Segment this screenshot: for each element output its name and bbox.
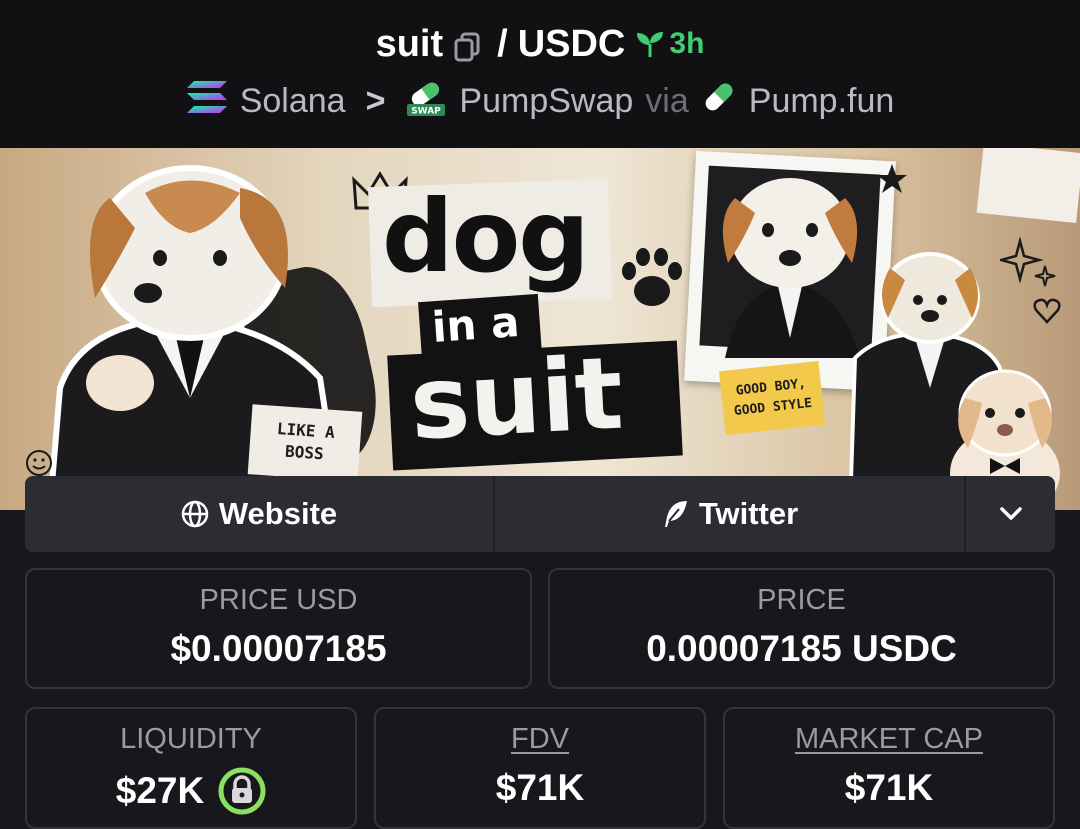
banner-word-suit: suit xyxy=(407,334,626,463)
twitter-label: Twitter xyxy=(698,496,799,531)
chain-name[interactable]: Solana xyxy=(240,82,346,121)
quote-token-symbol: USDC xyxy=(517,22,626,65)
pair-header: suit / USDC 3h Solana > SWAP PumpSwap vi… xyxy=(0,0,1080,148)
pair-age: 3h xyxy=(635,27,704,61)
chevron-right-icon: > xyxy=(365,81,386,120)
seedling-icon xyxy=(637,32,664,57)
price-quote-value: 0.00007185 USDC xyxy=(646,628,957,669)
pumpfun-icon xyxy=(701,79,737,124)
copy-icon[interactable] xyxy=(453,29,481,62)
social-links-bar: Website Twitter xyxy=(25,476,1055,552)
pair-age-text: 3h xyxy=(669,27,705,60)
price-label: PRICE xyxy=(757,584,846,616)
fdv-label[interactable]: FDV xyxy=(376,723,704,756)
market-cap-card: MARKET CAP $71K xyxy=(723,707,1055,829)
price-usd-value: $0.00007185 xyxy=(170,628,387,669)
website-button[interactable]: Website xyxy=(25,476,495,552)
smiley-doodle xyxy=(26,450,52,476)
sticker-good-boy: GOOD BOY, GOOD STYLE xyxy=(718,360,826,436)
liquidity-value-row: $27K xyxy=(27,767,355,815)
banner-word-dog: dog xyxy=(382,178,590,295)
fdv-value: $71K xyxy=(495,767,585,808)
star-doodle xyxy=(877,164,907,193)
svg-text:SWAP: SWAP xyxy=(412,106,442,116)
feather-icon xyxy=(664,501,687,527)
twitter-button[interactable]: Twitter xyxy=(495,476,966,552)
solana-icon xyxy=(186,80,228,123)
website-label: Website xyxy=(218,496,338,531)
market-cap-label[interactable]: MARKET CAP xyxy=(725,723,1053,756)
via-label: via xyxy=(645,81,689,120)
liquidity-label: LIQUIDITY xyxy=(120,723,262,755)
sticker-like-a-boss: LIKE A BOSS xyxy=(247,404,363,482)
sparkle-doodle xyxy=(1000,236,1056,287)
chevron-down-icon xyxy=(999,507,1022,520)
pair-separator: / xyxy=(497,22,508,65)
paw-print-icon xyxy=(622,248,682,306)
pair-title: suit / USDC 3h xyxy=(0,20,1080,68)
lock-icon[interactable] xyxy=(218,767,266,815)
price-quote-card: PRICE 0.00007185 USDC xyxy=(548,568,1055,689)
market-cap-value: $71K xyxy=(844,767,934,808)
breadcrumb: Solana > SWAP PumpSwap via Pump.fun xyxy=(0,78,1080,124)
price-usd-label: PRICE USD xyxy=(199,584,358,616)
globe-icon xyxy=(181,500,209,528)
liquidity-value: $27K xyxy=(115,770,205,811)
base-token-symbol: suit xyxy=(375,22,444,65)
heart-doodle xyxy=(1033,298,1061,324)
dex-name[interactable]: PumpSwap xyxy=(459,82,633,121)
liquidity-card: LIQUIDITY $27K xyxy=(25,707,357,829)
price-usd-card: PRICE USD $0.00007185 xyxy=(25,568,532,689)
more-links-dropdown[interactable] xyxy=(966,476,1055,552)
token-banner-image: LIKE A BOSS dog in a suit GOOD BOY, GOOD… xyxy=(0,148,1080,510)
torn-paper-decoration xyxy=(976,148,1080,224)
launchpad-name[interactable]: Pump.fun xyxy=(749,82,895,121)
pumpswap-icon: SWAP xyxy=(405,77,447,126)
fdv-card: FDV $71K xyxy=(374,707,706,829)
